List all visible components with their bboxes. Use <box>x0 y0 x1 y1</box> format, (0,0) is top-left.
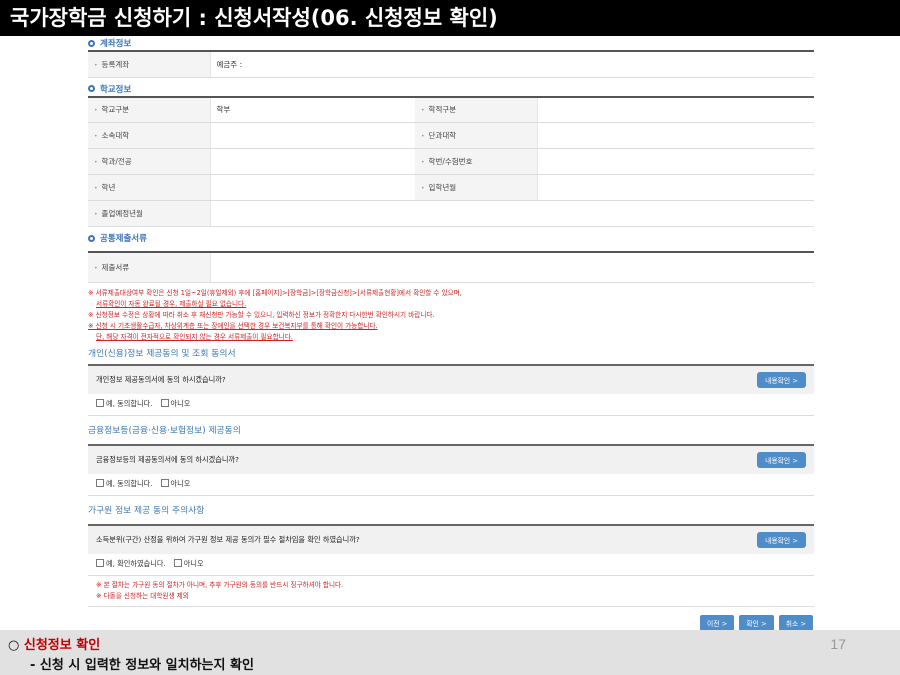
notice-line: ※ 다돌을 신청하는 대학원생 제외 <box>96 591 189 600</box>
checkbox[interactable] <box>96 399 104 407</box>
table-row: 학교구분 학부 학적구분 <box>88 96 814 123</box>
agree-option[interactable]: 예, 확인하였습니다. <box>96 559 166 569</box>
field-label: 졸업예정년월 <box>88 200 210 227</box>
notice-line: ※ 본 절차는 가구원 동의 절차가 아니며, 추후 가구원의 동의를 반드시 … <box>96 580 344 589</box>
slide-title: 국가장학금 신청하기 : 신청서작성(06. 신청정보 확인) <box>0 0 900 36</box>
disagree-option[interactable]: 아니오 <box>173 559 204 569</box>
view-content-button[interactable]: 내용확인 > <box>757 451 806 468</box>
option-label: 아니오 <box>170 479 191 488</box>
field-label: 단과대학 <box>415 122 537 149</box>
consent-notice: ※ 본 절차는 가구원 동의 절차가 아니며, 추후 가구원의 동의를 반드시 … <box>88 576 814 607</box>
notice-line: 서류확인이 자동 완료될 경우, 제출하실 필요 없습니다. <box>96 299 247 308</box>
consent-answer-row: 예, 확인하였습니다. 아니오 <box>88 554 814 576</box>
table-row: 학과/전공 학번/수험번호 <box>88 148 814 175</box>
field-value: 학부 <box>209 96 415 123</box>
notice-line: ※ 신청정보 수정은 상황에 따라 취소 후 재신청만 가능할 수 있으니, 입… <box>88 310 435 319</box>
notice-line: 단, 해당 자격이 전자적으로 확인되지 않는 경우 서류제출이 필요합니다. <box>96 332 293 341</box>
footer-heading: ○ 신청정보 확인 <box>8 634 100 653</box>
docs-section-heading: 공통제출서류 <box>88 231 814 245</box>
cancel-button[interactable]: 취소 > <box>778 615 814 631</box>
section-title: 공통제출서류 <box>100 234 147 244</box>
account-table: 등록계좌 예금주 : <box>88 50 814 78</box>
bullet-circle-icon <box>88 234 95 242</box>
table-row: 제출서류 <box>88 252 814 283</box>
prev-button[interactable]: 이전 > <box>700 615 735 631</box>
consent-title: 개인(신용)정보 제공동의 및 조회 동의서 <box>88 348 236 359</box>
field-label: 학적구분 <box>415 96 537 123</box>
footer-title: 신청정보 확인 <box>23 638 101 653</box>
option-label: 예, 확인하였습니다. <box>106 559 166 568</box>
notice-line: ※ 서류제출대상여부 확인은 신청 1일~2일(휴일제외) 후에 [홈페이지]>… <box>88 288 462 297</box>
table-row: 소속대학 단과대학 <box>88 122 814 149</box>
notice-line: ※ 신청 시 기초생활수급자, 차상위계층 또는 장애인을 선택한 경우 보건복… <box>88 321 378 330</box>
notice-text: ※ 서류제출대상여부 확인은 신청 1일~2일(휴일제외) 후에 [홈페이지]>… <box>88 288 814 343</box>
option-label: 아니오 <box>170 399 191 408</box>
application-form: 계좌정보 등록계좌 예금주 : 학교정보 학교구분 학부 학적구분 소속대학 단… <box>88 36 814 607</box>
field-value <box>209 122 415 149</box>
checkbox[interactable] <box>96 479 104 487</box>
school-table: 학교구분 학부 학적구분 소속대학 단과대학 학과/전공 학번/수험번호 학년 … <box>88 95 814 227</box>
page-number: 17 <box>830 636 846 652</box>
table-row: 등록계좌 예금주 : <box>88 51 814 78</box>
option-label: 아니오 <box>183 559 204 568</box>
bullet-circle-icon <box>88 39 95 47</box>
consent-financial-info: 금융정보등의 제공동의서에 동의 하시겠습니까? 내용확인 > 예, 동의합니다… <box>88 443 814 496</box>
field-value: 예금주 : <box>209 51 814 78</box>
field-value <box>209 200 814 227</box>
section-title: 계좌정보 <box>100 39 132 49</box>
option-label: 예, 동의합니다. <box>106 399 153 408</box>
table-row: 졸업예정년월 <box>88 200 814 227</box>
section-title: 학교정보 <box>100 84 132 95</box>
consent-question: 소득분위(구간) 산정을 위하여 가구원 정보 제공 동의가 필수 절차임을 확… <box>96 534 360 544</box>
view-content-button[interactable]: 내용확인 > <box>757 371 806 388</box>
docs-table: 제출서류 <box>88 251 814 283</box>
field-label: 학교구분 <box>88 96 210 123</box>
field-label: 학과/전공 <box>88 148 210 175</box>
field-label: 소속대학 <box>88 122 210 149</box>
disagree-option[interactable]: 아니오 <box>160 479 191 489</box>
school-section-heading: 학교정보 <box>88 82 814 96</box>
consent-question-row: 개인정보 제공동의서에 동의 하시겠습니까? 내용확인 > <box>88 365 814 394</box>
consent-answer-row: 예, 동의합니다. 아니오 <box>88 394 814 416</box>
consent-question-row: 금융정보등의 제공동의서에 동의 하시겠습니까? 내용확인 > <box>88 445 814 474</box>
consent-answer-row: 예, 동의합니다. 아니오 <box>88 474 814 496</box>
field-value <box>536 174 814 201</box>
bullet-circle-icon <box>88 85 95 92</box>
view-content-button[interactable]: 내용확인 > <box>757 531 806 548</box>
consent-question-row: 소득분위(구간) 산정을 위하여 가구원 정보 제공 동의가 필수 절차임을 확… <box>88 525 814 554</box>
field-value <box>536 96 814 123</box>
consent-question: 개인정보 제공동의서에 동의 하시겠습니까? <box>96 374 226 384</box>
consent-question: 금융정보등의 제공동의서에 동의 하시겠습니까? <box>96 454 239 464</box>
field-label: 제출서류 <box>88 252 210 283</box>
field-value <box>536 122 814 149</box>
confirm-button[interactable]: 확인 > <box>739 615 774 631</box>
field-label: 학년 <box>88 174 210 201</box>
consent-title: 금융정보등(금융·신용·보험정보) 제공동의 <box>88 425 241 436</box>
field-value <box>209 174 415 201</box>
checkbox[interactable] <box>160 479 169 487</box>
checkbox[interactable] <box>96 559 104 567</box>
field-value <box>209 252 814 283</box>
consent-household-info: 소득분위(구간) 산정을 위하여 가구원 정보 제공 동의가 필수 절차임을 확… <box>88 523 814 607</box>
field-value <box>536 148 814 175</box>
footer-description: - 신청 시 입력한 정보와 일치하는지 확인 <box>30 658 254 673</box>
option-label: 예, 동의합니다. <box>106 479 153 488</box>
slide-footer: ○ 신청정보 확인 - 신청 시 입력한 정보와 일치하는지 확인 17 <box>0 630 900 675</box>
field-label: 학번/수험번호 <box>415 148 537 175</box>
disagree-option[interactable]: 아니오 <box>160 399 191 409</box>
consent-personal-info: 개인정보 제공동의서에 동의 하시겠습니까? 내용확인 > 예, 동의합니다. … <box>88 363 814 416</box>
field-value <box>209 148 415 175</box>
field-label: 등록계좌 <box>88 51 210 78</box>
table-row: 학년 입학년월 <box>88 174 814 201</box>
consent-title: 가구원 정보 제공 동의 주의사항 <box>88 505 205 516</box>
field-label: 입학년월 <box>415 174 537 201</box>
agree-option[interactable]: 예, 동의합니다. <box>96 399 153 409</box>
account-section-heading: 계좌정보 <box>88 36 814 50</box>
checkbox[interactable] <box>160 399 169 407</box>
agree-option[interactable]: 예, 동의합니다. <box>96 479 153 489</box>
checkbox[interactable] <box>173 559 182 567</box>
form-actions: 이전 > 확인 > 취소 > <box>700 615 814 631</box>
bullet-circle-icon: ○ <box>8 638 20 653</box>
